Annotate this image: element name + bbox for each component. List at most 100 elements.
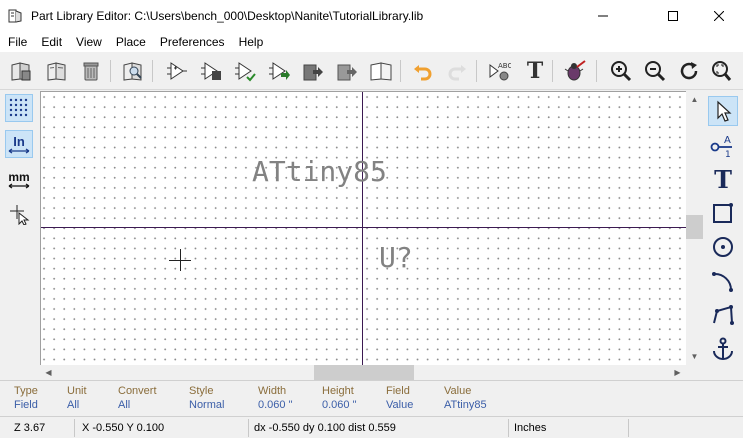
vertical-scrollbar[interactable]: ▲ ▼: [686, 91, 703, 365]
add-text-button[interactable]: T: [708, 164, 738, 194]
add-pin-button[interactable]: A 1: [708, 130, 738, 160]
scroll-up-arrow[interactable]: ▲: [686, 91, 703, 108]
drawing-canvas[interactable]: ATtiny85 U?: [40, 91, 686, 365]
abc-label: ABC: [498, 62, 511, 70]
msg-header: Height: [322, 385, 354, 397]
load-component-icon: [201, 62, 221, 80]
scroll-corner: [686, 365, 703, 380]
load-component-button[interactable]: [198, 58, 224, 84]
zoom-fit-button[interactable]: [708, 58, 734, 84]
add-polyline-button[interactable]: [708, 300, 738, 330]
create-library-icon: [337, 64, 357, 81]
redo-button[interactable]: [444, 58, 470, 84]
main-toolbar: ABC T: [0, 52, 743, 90]
scroll-down-arrow[interactable]: ▼: [686, 348, 703, 365]
msg-width: Width 0.060 ": [258, 384, 293, 412]
select-library-button[interactable]: [8, 58, 34, 84]
anchor-icon: [713, 337, 733, 360]
delete-part-button[interactable]: [78, 58, 104, 84]
documentation-button[interactable]: [368, 58, 394, 84]
add-circle-button[interactable]: [708, 232, 738, 262]
undo-icon: [414, 65, 432, 81]
title-bar: Part Library Editor: C:\Users\bench_000\…: [0, 0, 743, 32]
save-component-button[interactable]: [232, 58, 258, 84]
polyline-icon: [713, 305, 734, 325]
units-mm-button[interactable]: mm: [5, 166, 33, 194]
delta-coords-status: dx -0.550 dy 0.100 dist 0.559: [254, 422, 396, 434]
msg-value: ATtiny85: [444, 399, 487, 411]
menu-edit[interactable]: Edit: [41, 35, 68, 49]
zoom-out-button[interactable]: [642, 58, 668, 84]
save-component-icon: [235, 62, 256, 82]
right-toolbar: A 1 T: [703, 90, 743, 380]
redraw-button[interactable]: [676, 58, 702, 84]
message-panel: Type Field Unit All Convert All Style No…: [0, 380, 743, 416]
new-component-icon: [167, 62, 187, 80]
double-arrow-icon: [8, 147, 30, 154]
menu-place[interactable]: Place: [116, 35, 152, 49]
value-field-text[interactable]: ATtiny85: [252, 158, 387, 186]
toolbar-separator: [596, 60, 597, 82]
scroll-right-arrow[interactable]: ▶: [669, 365, 686, 380]
kicad-app-icon: [8, 9, 22, 23]
grid-toggle-button[interactable]: [5, 94, 33, 122]
text-tool-icon: T: [714, 164, 732, 194]
arc-icon: [712, 272, 733, 292]
msg-value: 0.060 ": [322, 399, 357, 411]
minimize-button[interactable]: [580, 0, 626, 32]
save-library-button[interactable]: [44, 58, 70, 84]
zoom-out-icon: [645, 61, 666, 82]
msg-header: Field: [386, 385, 410, 397]
export-component-button[interactable]: [300, 58, 326, 84]
pin-name-label: A: [724, 135, 731, 146]
horizontal-scroll-thumb[interactable]: [314, 365, 414, 380]
add-rectangle-button[interactable]: [708, 198, 738, 228]
trash-icon: [83, 62, 99, 81]
erc-check-button[interactable]: [562, 58, 588, 84]
grid-icon: [9, 98, 28, 117]
create-library-button[interactable]: [334, 58, 360, 84]
vertical-scroll-thumb[interactable]: [686, 215, 703, 239]
msg-header: Width: [258, 385, 287, 397]
reference-field-text[interactable]: U?: [379, 244, 413, 272]
msg-value-field: Value ATtiny85: [444, 384, 487, 412]
status-separator: [508, 419, 509, 437]
units-inches-button[interactable]: In: [5, 130, 33, 158]
maximize-icon: [668, 11, 678, 21]
add-arc-button[interactable]: [708, 266, 738, 296]
browse-library-button[interactable]: [120, 58, 146, 84]
status-separator: [628, 419, 629, 437]
component-properties-button[interactable]: ABC: [486, 58, 512, 84]
toolbar-separator: [110, 60, 111, 82]
msg-header: Type: [14, 385, 38, 397]
redraw-icon: [680, 62, 698, 80]
pin-icon: A 1: [710, 135, 732, 158]
msg-value: Value: [386, 399, 414, 411]
component-properties-icon: ABC: [489, 62, 511, 81]
new-component-button[interactable]: [164, 58, 190, 84]
cursor-shape-button[interactable]: [5, 200, 33, 228]
book-icon: [370, 62, 392, 81]
zoom-in-button[interactable]: [608, 58, 634, 84]
pin-number-label: 1: [725, 150, 731, 158]
menu-file[interactable]: File: [8, 35, 33, 49]
horizontal-scrollbar[interactable]: ◀ ▶: [40, 365, 686, 380]
msg-value: Normal: [189, 399, 225, 411]
menu-view[interactable]: View: [76, 35, 108, 49]
text-edit-button[interactable]: T: [522, 58, 548, 84]
circle-icon: [713, 237, 733, 257]
menu-help[interactable]: Help: [239, 35, 270, 49]
set-anchor-button[interactable]: [708, 334, 738, 364]
maximize-button[interactable]: [650, 0, 696, 32]
scroll-left-arrow[interactable]: ◀: [40, 365, 57, 380]
select-tool-button[interactable]: [708, 96, 738, 126]
undo-button[interactable]: [410, 58, 436, 84]
msg-convert: Convert All: [118, 384, 157, 412]
toolbar-separator: [552, 60, 553, 82]
status-separator: [74, 419, 75, 437]
close-button[interactable]: [696, 0, 742, 32]
msg-header: Value: [444, 385, 472, 397]
menu-preferences[interactable]: Preferences: [160, 35, 231, 49]
msg-type: Type Field: [14, 384, 38, 412]
import-component-button[interactable]: [266, 58, 292, 84]
